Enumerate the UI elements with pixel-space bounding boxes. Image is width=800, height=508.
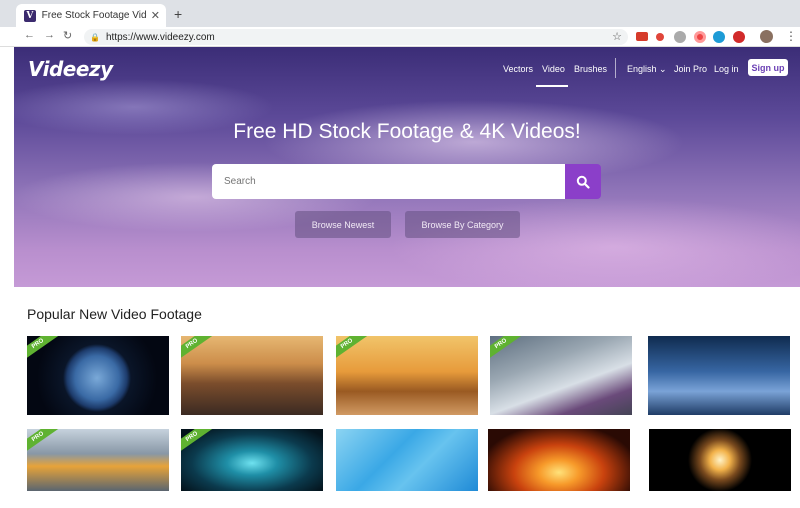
- hero-headline: Free HD Stock Footage & 4K Videos!: [233, 120, 581, 143]
- nav-login[interactable]: Log in: [714, 64, 739, 74]
- signup-button[interactable]: Sign up: [748, 59, 788, 76]
- reload-icon[interactable]: ↻: [63, 29, 72, 42]
- browse-category-button[interactable]: Browse By Category: [405, 211, 520, 238]
- pro-badge: PRO: [27, 429, 62, 456]
- video-thumbnail-earth[interactable]: PRO: [27, 336, 169, 415]
- tab-title: Free Stock Footage Videos, 4K: [41, 10, 147, 21]
- video-thumbnail-surfer[interactable]: PRO: [336, 336, 478, 415]
- pro-badge: PRO: [336, 336, 371, 363]
- pro-badge: PRO: [181, 429, 216, 456]
- browser-tabbar: V Free Stock Footage Videos, 4K ✕ +: [0, 0, 800, 27]
- video-thumbnail-firework[interactable]: [649, 429, 791, 491]
- lock-icon: 🔒: [90, 32, 100, 42]
- video-thumbnail-low-poly[interactable]: [336, 429, 478, 491]
- browse-newest-button[interactable]: Browse Newest: [295, 211, 391, 238]
- pro-badge: PRO: [27, 336, 62, 363]
- browser-toolbar: ← → ↻ 🔒 https://www.videezy.com ☆ ⋮: [0, 27, 800, 47]
- search-button[interactable]: [565, 164, 601, 199]
- browser-menu-icon[interactable]: ⋮: [785, 29, 797, 43]
- url-text: https://www.videezy.com: [105, 31, 215, 43]
- pinterest-icon[interactable]: [733, 31, 745, 43]
- search-input[interactable]: [212, 164, 565, 199]
- nav-video[interactable]: Video: [542, 64, 565, 74]
- extension-blue-icon[interactable]: [713, 31, 725, 43]
- videezy-favicon-icon: V: [24, 9, 36, 22]
- video-thumbnail-laboratory[interactable]: PRO: [490, 336, 632, 415]
- language-dropdown[interactable]: English ⌄: [627, 64, 667, 75]
- extension-gray-icon[interactable]: [674, 31, 686, 43]
- browser-tab[interactable]: V Free Stock Footage Videos, 4K ✕: [16, 4, 166, 27]
- search-icon: [576, 175, 590, 189]
- video-thumbnail-tunnel[interactable]: PRO: [181, 429, 323, 491]
- active-nav-indicator: [536, 85, 568, 87]
- videezy-logo[interactable]: Videezy: [28, 57, 113, 81]
- nav-brushes[interactable]: Brushes: [574, 64, 607, 74]
- extension-red-icon[interactable]: [636, 32, 648, 41]
- pro-badge: PRO: [181, 336, 216, 363]
- video-thumbnail-fire[interactable]: [488, 429, 630, 491]
- nav-vectors[interactable]: Vectors: [503, 64, 533, 74]
- hero-section: Videezy Vectors Video Brushes English ⌄ …: [14, 47, 800, 287]
- bookmark-star-icon[interactable]: ☆: [612, 30, 622, 43]
- new-tab-button[interactable]: +: [174, 6, 182, 22]
- pro-badge: PRO: [490, 336, 525, 363]
- extension-dots-icon[interactable]: [656, 33, 664, 41]
- video-thumbnail-sea-sunset[interactable]: PRO: [181, 336, 323, 415]
- forward-arrow-icon[interactable]: →: [44, 29, 55, 41]
- video-thumbnail-test-tubes[interactable]: [648, 336, 790, 415]
- search-bar: [212, 164, 601, 199]
- nav-join-pro[interactable]: Join Pro: [674, 64, 707, 74]
- address-bar[interactable]: 🔒 https://www.videezy.com ☆: [84, 29, 628, 45]
- nav-divider: [615, 58, 616, 78]
- back-arrow-icon[interactable]: ←: [24, 29, 35, 41]
- close-tab-icon[interactable]: ✕: [151, 9, 160, 22]
- profile-avatar[interactable]: [760, 30, 773, 43]
- video-thumbnail-robot-arm[interactable]: PRO: [27, 429, 169, 491]
- extension-target-icon[interactable]: [694, 31, 706, 43]
- section-title: Popular New Video Footage: [27, 306, 202, 322]
